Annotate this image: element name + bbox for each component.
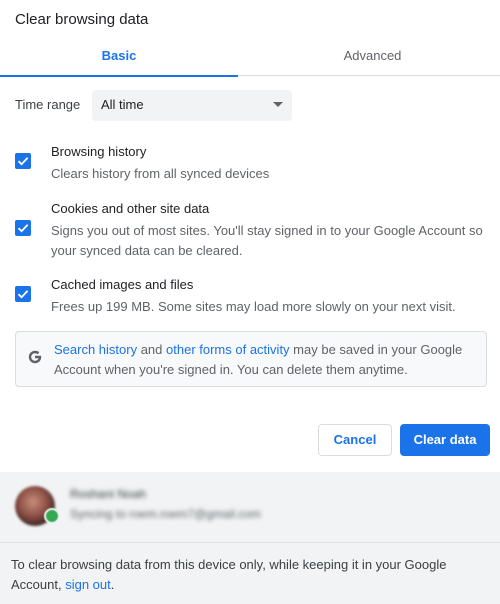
time-range-value: All time [101, 97, 144, 112]
footer: To clear browsing data from this device … [0, 542, 500, 604]
info-connector-text: and [137, 342, 167, 357]
other-activity-link[interactable]: other forms of activity [166, 342, 290, 357]
checkmark-icon [17, 157, 29, 166]
checkmark-icon [17, 290, 29, 299]
account-section: Roshani Noah Syncing to roem.roem7@gmail… [0, 472, 500, 542]
checkmark-icon [17, 224, 29, 233]
google-activity-info: Search history and other forms of activi… [15, 331, 487, 387]
tab-bar: Basic Advanced [0, 38, 500, 77]
clear-data-button[interactable]: Clear data [400, 424, 490, 456]
tab-advanced-label: Advanced [343, 48, 402, 63]
info-text: Search history and other forms of activi… [54, 340, 474, 380]
tab-advanced[interactable]: Advanced [245, 38, 500, 76]
google-g-icon [28, 350, 42, 364]
cancel-button[interactable]: Cancel [318, 424, 392, 456]
tab-basic-label: Basic [101, 48, 137, 63]
sync-icon [44, 508, 60, 524]
clear-browsing-data-dialog: Clear browsing data Basic Advanced Time … [0, 0, 500, 604]
time-range-label: Time range [15, 97, 81, 112]
time-range-select[interactable]: All time [92, 90, 292, 121]
dropdown-arrow-icon [273, 102, 283, 107]
option-description: Frees up 199 MB. Some sites may load mor… [51, 299, 456, 314]
option-title: Cookies and other site data [51, 201, 210, 216]
search-history-link[interactable]: Search history [54, 342, 137, 357]
option-title: Cached images and files [51, 277, 194, 292]
option-description: Signs you out of most sites. You'll stay… [51, 223, 483, 258]
sign-out-link[interactable]: sign out [65, 577, 111, 592]
footer-period: . [110, 577, 115, 592]
cached-images-checkbox[interactable] [15, 286, 31, 302]
footer-text: To clear browsing data from this device … [11, 555, 481, 595]
browsing-history-checkbox[interactable] [15, 153, 31, 169]
option-title: Browsing history [51, 144, 147, 159]
option-description: Clears history from all synced devices [51, 166, 270, 181]
dialog-title: Clear browsing data [15, 11, 149, 28]
account-sync-status: Syncing to roem.roem7@gmail.com [70, 507, 261, 521]
active-tab-indicator [0, 75, 238, 77]
tab-basic[interactable]: Basic [0, 38, 238, 77]
account-name: Roshani Noah [70, 487, 147, 501]
cookies-checkbox[interactable] [15, 220, 31, 236]
time-range-row: Time range All time [15, 90, 305, 121]
